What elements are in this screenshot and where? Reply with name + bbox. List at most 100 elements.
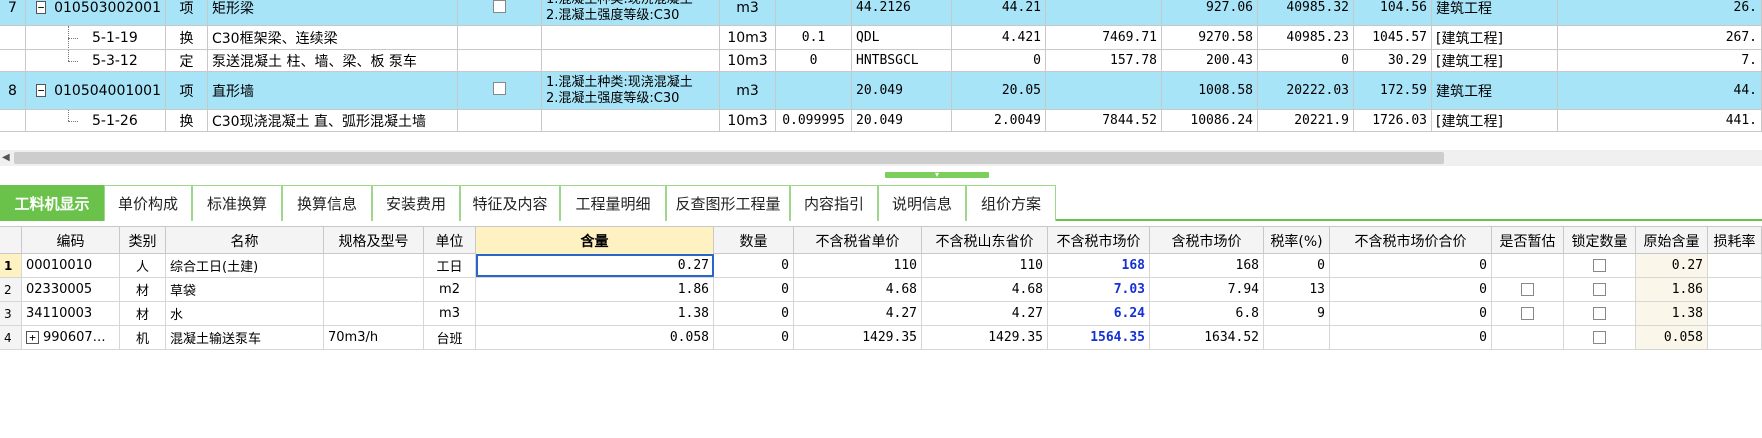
cell-qty-text[interactable]: 0.1 <box>776 26 852 49</box>
bill-item-row[interactable]: 7 −010503002001 项 矩形梁 1.混凝土种类:现浇混凝土2.混凝土强度等级… <box>0 0 1762 26</box>
cell-expr[interactable]: QDL <box>852 26 952 49</box>
cell-est[interactable] <box>1492 254 1564 277</box>
cell-loss[interactable] <box>1708 278 1762 301</box>
column-header-orig[interactable]: 原始含量 <box>1636 227 1708 254</box>
cell-tax[interactable]: 0 <box>1264 254 1330 277</box>
column-header-n[interactable] <box>0 227 22 254</box>
cell-expr[interactable]: 20.049 <box>852 110 952 131</box>
column-header-market[interactable]: 不含税市场价 <box>1048 227 1150 254</box>
cell-orig[interactable]: 1.38 <box>1636 302 1708 325</box>
cell-loss[interactable] <box>1708 254 1762 277</box>
resource-row[interactable]: 2 02330005 材 草袋 m2 1.86 0 4.68 4.68 7.03 7.94 13 0 1.… <box>0 278 1762 302</box>
cell-total[interactable]: 0 <box>1330 254 1492 277</box>
column-header-spec[interactable]: 规格及型号 <box>324 227 424 254</box>
column-header-qty[interactable]: 数量 <box>714 227 794 254</box>
cell-name[interactable]: 草袋 <box>166 278 324 301</box>
tab-6[interactable]: 特征及内容 <box>460 185 560 221</box>
cell-content[interactable]: 1.38 <box>476 302 714 325</box>
estimate-checkbox[interactable] <box>1521 307 1534 320</box>
cell-qty[interactable]: 0 <box>714 326 794 349</box>
collapse-toggle-icon[interactable]: − <box>36 84 47 97</box>
cell-lock[interactable] <box>1564 302 1636 325</box>
cell-unit[interactable]: 工日 <box>424 254 476 277</box>
cell-spec[interactable] <box>324 302 424 325</box>
cell-qty-text[interactable]: 0.099995 <box>776 110 852 131</box>
cell-code[interactable]: 00010010 <box>22 254 120 277</box>
column-header-est[interactable]: 是否暂估 <box>1492 227 1564 254</box>
column-header-code[interactable]: 编码 <box>22 227 120 254</box>
tab-9[interactable]: 内容指引 <box>790 185 878 221</box>
bill-items-grid[interactable]: 7−010503002001项矩形梁1.混凝土种类:现浇混凝土2.混凝土强度等级… <box>0 0 1762 146</box>
cell-name[interactable]: 综合工日(土建) <box>166 254 324 277</box>
cell-cat[interactable]: 材 <box>120 278 166 301</box>
cell-market[interactable]: 168 <box>1048 254 1150 277</box>
cell-chk[interactable] <box>458 72 542 109</box>
cell-sd-price[interactable]: 1429.35 <box>922 326 1048 349</box>
expand-toggle-icon[interactable]: + <box>26 331 39 344</box>
cell-spec[interactable]: 70m3/h <box>324 326 424 349</box>
collapse-toggle-icon[interactable]: − <box>36 1 47 14</box>
cell-unit[interactable]: m3 <box>424 302 476 325</box>
cell-market-tax[interactable]: 168 <box>1150 254 1264 277</box>
cell-name[interactable]: 混凝土输送泵车 <box>166 326 324 349</box>
tab-10[interactable]: 说明信息 <box>878 185 966 221</box>
cell-lock[interactable] <box>1564 278 1636 301</box>
cell-cat[interactable]: 材 <box>120 302 166 325</box>
cell-prov-price[interactable]: 1429.35 <box>794 326 922 349</box>
lock-quantity-checkbox[interactable] <box>1593 307 1606 320</box>
cell-content[interactable]: 0.27 <box>476 254 714 277</box>
cell-est[interactable] <box>1492 278 1564 301</box>
cell-tax[interactable]: 13 <box>1264 278 1330 301</box>
cell-chk[interactable] <box>458 0 542 25</box>
cell-market-tax[interactable]: 1634.52 <box>1150 326 1264 349</box>
cell-market[interactable]: 1564.35 <box>1048 326 1150 349</box>
tab-3[interactable]: 标准换算 <box>192 185 282 221</box>
quota-row[interactable]: 5-1-26 换 C30现浇混凝土 直、弧形混凝土墙 10m3 0.099995 20.0… <box>0 110 1762 132</box>
cell-est[interactable] <box>1492 302 1564 325</box>
scroll-left-arrow-icon[interactable]: ◀ <box>2 152 12 164</box>
tab-2[interactable]: 单价构成 <box>104 185 192 221</box>
cell-code[interactable]: 02330005 <box>22 278 120 301</box>
cell-tax[interactable] <box>1264 326 1330 349</box>
estimate-checkbox[interactable] <box>1521 283 1534 296</box>
horizontal-scrollbar[interactable]: ◀ <box>0 150 1762 166</box>
cell-tax[interactable]: 9 <box>1264 302 1330 325</box>
tab-8[interactable]: 反查图形工程量 <box>666 185 790 221</box>
column-header-lock[interactable]: 锁定数量 <box>1564 227 1636 254</box>
cell-code[interactable]: +990607… <box>22 326 120 349</box>
item-checkbox[interactable] <box>493 82 506 95</box>
lock-quantity-checkbox[interactable] <box>1593 331 1606 344</box>
cell-qty-text[interactable]: 0 <box>776 50 852 71</box>
cell-loss[interactable] <box>1708 302 1762 325</box>
column-header-unit[interactable]: 单位 <box>424 227 476 254</box>
cell-expr[interactable]: 20.049 <box>852 72 952 109</box>
splitter-handle[interactable]: ▾ <box>885 171 989 179</box>
column-header-market-tax[interactable]: 含税市场价 <box>1150 227 1264 254</box>
tab-7[interactable]: 工程量明细 <box>560 185 666 221</box>
cell-est[interactable] <box>1492 326 1564 349</box>
cell-prov-price[interactable]: 110 <box>794 254 922 277</box>
tab-5[interactable]: 安装费用 <box>372 185 460 221</box>
cell-code[interactable]: 34110003 <box>22 302 120 325</box>
column-header-sd-price[interactable]: 不含税山东省价 <box>922 227 1048 254</box>
cell-expr[interactable]: HNTBSGCL <box>852 50 952 71</box>
cell-market-tax[interactable]: 7.94 <box>1150 278 1264 301</box>
cell-qty[interactable]: 0 <box>714 254 794 277</box>
cell-total[interactable]: 0 <box>1330 302 1492 325</box>
cell-qty[interactable]: 0 <box>714 302 794 325</box>
resource-row[interactable]: 1 00010010 人 综合工日(土建) 工日 0.27 0 110 110 168 168 0 0 0… <box>0 254 1762 278</box>
cell-chk[interactable] <box>458 26 542 49</box>
cell-cat[interactable]: 机 <box>120 326 166 349</box>
item-checkbox[interactable] <box>493 0 506 13</box>
column-header-cat[interactable]: 类别 <box>120 227 166 254</box>
tab-4[interactable]: 换算信息 <box>282 185 372 221</box>
cell-total[interactable]: 0 <box>1330 278 1492 301</box>
resource-row[interactable]: 3 34110003 材 水 m3 1.38 0 4.27 4.27 6.24 6.8 9 0 1.38 <box>0 302 1762 326</box>
cell-sd-price[interactable]: 4.68 <box>922 278 1048 301</box>
cell-loss[interactable] <box>1708 326 1762 349</box>
cell-qty[interactable]: 0 <box>714 278 794 301</box>
cell-sd-price[interactable]: 110 <box>922 254 1048 277</box>
cell-prov-price[interactable]: 4.27 <box>794 302 922 325</box>
column-header-total[interactable]: 不含税市场价合价 <box>1330 227 1492 254</box>
resource-row[interactable]: 4 +990607… 机 混凝土输送泵车 70m3/h 台班 0.058 0 1429.35 14… <box>0 326 1762 350</box>
